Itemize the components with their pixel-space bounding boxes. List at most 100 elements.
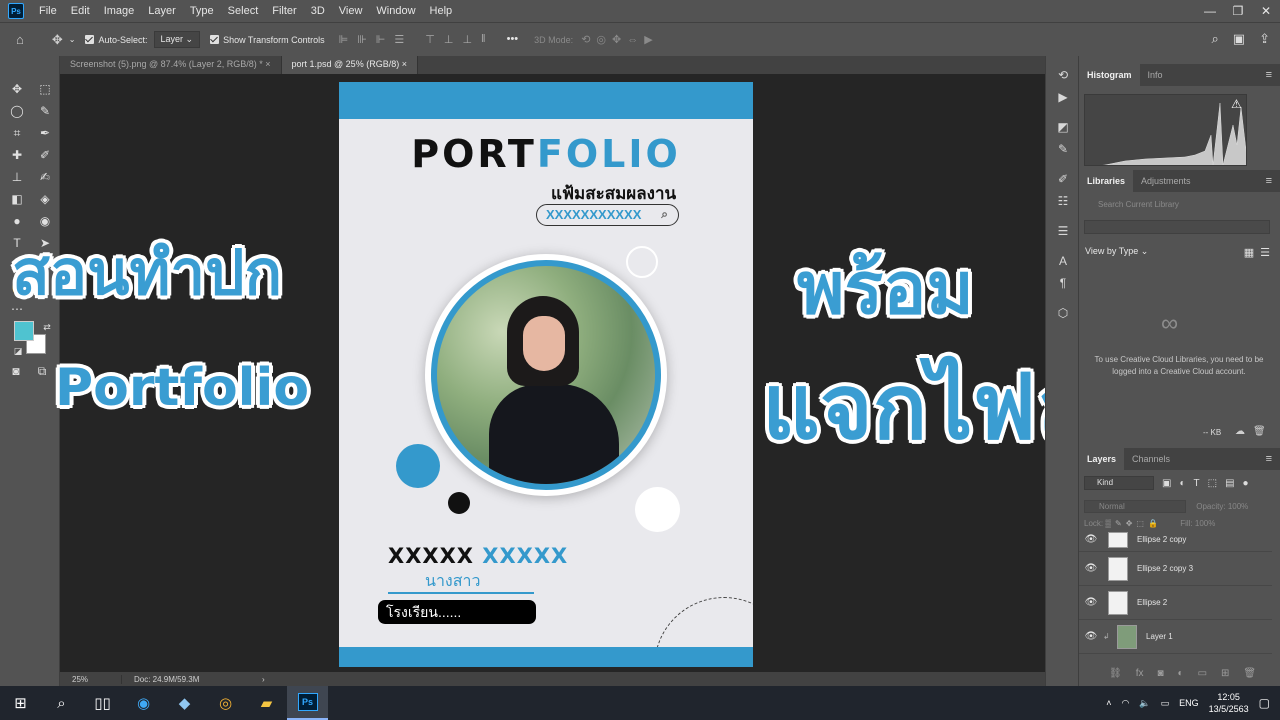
warning-icon[interactable]: ⚠ [1231,97,1242,111]
layer-comps-icon[interactable]: ◩ [1046,116,1080,138]
filter-toggle-icon[interactable]: ● [1243,478,1249,489]
mask-icon[interactable]: ◙ [1157,668,1163,679]
zoom-level[interactable]: 25% [60,674,122,684]
list-view-icon[interactable]: ☰ [1260,246,1270,259]
3d-icon[interactable]: ⬡ [1046,302,1080,324]
file-explorer-icon[interactable]: ▰ [246,686,287,720]
brush-settings-icon[interactable]: ✐ [1046,168,1080,190]
clock[interactable]: 12:05 13/5/2563 [1209,691,1249,715]
align-right-icon[interactable]: ⊩ [376,33,386,46]
workspace-icon[interactable]: ▣ [1233,31,1245,47]
eyedropper-icon[interactable]: ✒ [36,124,54,142]
fx-icon[interactable]: fx [1136,668,1144,679]
group-folder-icon[interactable]: ▭ [1198,668,1207,679]
tab-port-psd[interactable]: port 1.psd @ 25% (RGB/8) × [281,56,418,74]
eye-icon[interactable]: 👁 [1079,597,1103,608]
eye-icon[interactable]: 👁 [1079,563,1103,574]
adjust-sliders-icon[interactable]: ☷ [1046,190,1080,212]
distribute-icon[interactable]: ☰ [394,33,404,46]
lock-icons[interactable]: ▒✎✥⬚🔒 [1105,519,1162,528]
app-icon[interactable]: ◆ [164,686,205,720]
tray-chevron-icon[interactable]: ˄ [1106,698,1111,708]
align-top-icon[interactable]: ⊤ [425,33,435,46]
grid-view-icon[interactable]: ▦ [1244,246,1254,259]
tab-close-icon[interactable]: × [265,59,270,69]
filter-shape-icon[interactable]: ⬚ [1208,478,1217,489]
menu-file[interactable]: File [32,5,64,17]
chevron-down-icon[interactable]: ⌄ [69,35,76,44]
close-button[interactable]: ✕ [1252,0,1280,22]
share-icon[interactable]: ⇪ [1259,31,1270,47]
edge-icon[interactable]: ◉ [123,686,164,720]
link-icon[interactable]: ⛓ [1109,668,1122,679]
language-indicator[interactable]: ENG [1179,698,1199,708]
paint-bucket-icon[interactable]: ◈ [36,190,54,208]
align-center-icon[interactable]: ⊪ [357,33,367,46]
filter-pixel-icon[interactable]: ▣ [1162,478,1171,489]
align-bottom-icon[interactable]: ⊥ [462,33,472,46]
tab-info[interactable]: Info [1140,64,1171,86]
tab-screenshot[interactable]: Screenshot (5).png @ 87.4% (Layer 2, RGB… [60,56,282,74]
eye-icon[interactable]: 👁 [1079,534,1103,545]
filter-type-icon[interactable]: T [1194,478,1200,489]
tab-close-icon[interactable]: × [402,59,407,69]
tab-libraries[interactable]: Libraries [1079,170,1134,192]
more-options-icon[interactable]: ••• [507,33,519,46]
adjustment-layer-icon[interactable]: ◐ [1178,668,1184,679]
chrome-icon[interactable]: ◎ [205,686,246,720]
distribute-vertical-icon[interactable]: ‖ [481,33,486,46]
layer-row[interactable]: 👁 Ellipse 2 copy 3 [1079,552,1272,586]
fill-value[interactable]: 100% [1195,519,1215,528]
properties-icon[interactable]: ☰ [1046,220,1080,242]
panel-menu-icon[interactable]: ≡ [1266,175,1272,187]
foreground-color-swatch[interactable] [14,321,34,341]
volume-icon[interactable]: 🔈 [1139,698,1150,709]
trash-icon[interactable]: 🗑 [1253,426,1266,437]
menu-filter[interactable]: Filter [265,5,303,17]
history-brush-icon[interactable]: ✍ [36,168,54,186]
panel-menu-icon[interactable]: ≡ [1266,453,1272,465]
library-search-input[interactable]: Search Current Library [1084,200,1270,214]
cloud-sync-icon[interactable]: ☁ [1235,426,1245,437]
brush-icon[interactable]: ✐ [36,146,54,164]
library-select[interactable] [1084,220,1270,234]
default-colors-icon[interactable]: ◪ [9,342,27,360]
layer-row[interactable]: 👁 Ellipse 2 [1079,586,1272,620]
align-middle-icon[interactable]: ⊥ [444,33,454,46]
tab-adjustments[interactable]: Adjustments [1133,170,1199,192]
filter-adjust-icon[interactable]: ◐ [1179,478,1185,489]
crop-icon[interactable]: ⌗ [8,124,26,142]
delete-layer-icon[interactable]: 🗑 [1243,668,1256,679]
menu-view[interactable]: View [332,5,370,17]
tab-channels[interactable]: Channels [1124,448,1178,470]
menu-image[interactable]: Image [97,5,142,17]
blend-mode-dropdown[interactable]: Normal [1084,500,1186,513]
notifications-icon[interactable]: ▢ [1259,696,1270,710]
restore-button[interactable]: ❐ [1224,0,1252,22]
task-view-icon[interactable]: ▯▯ [82,686,123,720]
search-icon[interactable]: ⌕ [41,686,82,720]
marquee-icon[interactable]: ⬚ [36,80,54,98]
windows-start-icon[interactable]: ⊞ [0,686,41,720]
menu-edit[interactable]: Edit [64,5,97,17]
brushes-icon[interactable]: ✎ [1046,138,1080,160]
layer-row[interactable]: 👁 Ellipse 2 copy [1079,528,1272,552]
quick-mask-icon[interactable]: ◙ [7,362,25,380]
photoshop-taskbar-icon[interactable]: Ps [287,686,328,720]
history-icon[interactable]: ⟲ [1046,64,1080,86]
menu-window[interactable]: Window [369,5,422,17]
new-layer-icon[interactable]: ⊞ [1221,668,1229,679]
eraser-icon[interactable]: ◧ [8,190,26,208]
view-by-type-dropdown[interactable]: View by Type ⌄ [1085,246,1148,257]
eye-icon[interactable]: 👁 [1079,631,1103,642]
healing-brush-icon[interactable]: ✚ [8,146,26,164]
character-icon[interactable]: A [1046,250,1080,272]
battery-icon[interactable]: ▭ [1161,698,1170,709]
home-icon[interactable]: ⌂ [16,32,24,47]
document-canvas[interactable]: PORTFOLIO แฟ้มสะสมผลงาน XXXXXXXXXXX ⌕ XX… [339,82,753,667]
actions-play-icon[interactable]: ▶ [1046,86,1080,108]
status-arrow-icon[interactable]: › [262,675,265,684]
transform-controls-checkbox[interactable] [210,35,220,44]
menu-layer[interactable]: Layer [141,5,183,17]
opacity-value[interactable]: 100% [1228,502,1248,511]
